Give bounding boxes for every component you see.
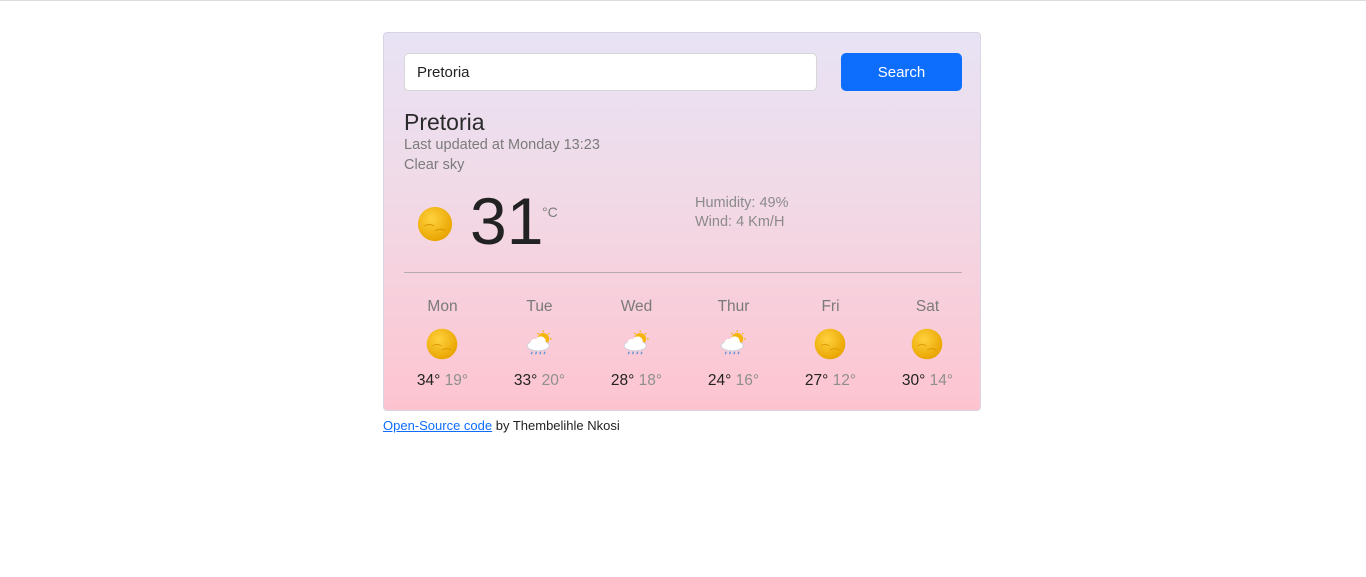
forecast-temperatures: 33° 20° <box>491 372 588 390</box>
sun-icon <box>417 206 453 242</box>
forecast-day-name: Mon <box>427 298 458 315</box>
forecast-day-name: Wed <box>620 298 653 315</box>
forecast-max-temp: 28° <box>610 372 635 389</box>
forecast-min-temp: 16° <box>735 372 760 389</box>
forecast-min-temp: 18° <box>638 372 663 389</box>
weather-description: Clear sky <box>404 157 465 173</box>
forecast-temperatures: 24° 16° <box>685 372 782 390</box>
forecast-day-name: Tue <box>526 298 553 315</box>
forecast-temperatures: 27° 12° <box>782 372 879 390</box>
forecast-min-temp: 19° <box>444 372 469 389</box>
rain-cloud-sun-icon <box>720 330 746 355</box>
forecast-min-temp: 12° <box>832 372 857 389</box>
weather-card: Search Pretoria Last updated at Monday 1… <box>383 32 981 411</box>
humidity-value: Humidity: 49% <box>695 195 789 211</box>
forecast-temperatures: 28° 18° <box>588 372 685 390</box>
sun-icon <box>426 328 458 360</box>
forecast-divider <box>404 272 962 273</box>
forecast-day-wed: Wed 28° 18° <box>588 295 685 395</box>
rain-cloud-sun-icon <box>623 330 649 355</box>
forecast-temperatures: 34° 19° <box>394 372 491 390</box>
forecast-day-name: Fri <box>821 298 840 315</box>
forecast-day-name: Sat <box>915 298 940 315</box>
current-temperature: 31 <box>470 184 544 258</box>
forecast-temperatures: 30° 14° <box>879 372 976 390</box>
sun-icon <box>911 328 943 360</box>
search-input[interactable] <box>404 53 817 91</box>
forecast-day-fri: Fri 27° 12° <box>782 295 879 395</box>
open-source-link[interactable]: Open-Source code <box>383 418 492 433</box>
footer: Open-Source code by Thembelihle Nkosi <box>383 418 620 433</box>
temperature-unit[interactable]: °C <box>542 204 558 220</box>
forecast-day-name: Thur <box>717 298 750 315</box>
search-button[interactable]: Search <box>841 53 962 91</box>
rain-cloud-sun-icon <box>526 330 552 355</box>
forecast-day-tue: Tue 33° 20° <box>491 295 588 395</box>
footer-author: by Thembelihle Nkosi <box>492 418 620 433</box>
forecast-max-temp: 27° <box>804 372 829 389</box>
forecast-row: Mon 34° 19° Tue 33° 20° Wed 28° 18° Thur… <box>394 295 976 405</box>
city-name: Pretoria <box>404 109 485 135</box>
forecast-max-temp: 24° <box>707 372 732 389</box>
forecast-day-sat: Sat 30° 14° <box>879 295 976 395</box>
forecast-day-mon: Mon 34° 19° <box>394 295 491 395</box>
forecast-max-temp: 30° <box>901 372 926 389</box>
last-updated: Last updated at Monday 13:23 <box>404 137 600 153</box>
wind-value: Wind: 4 Km/H <box>695 214 785 230</box>
forecast-max-temp: 34° <box>416 372 441 389</box>
sun-icon <box>814 328 846 360</box>
forecast-min-temp: 14° <box>929 372 954 389</box>
forecast-max-temp: 33° <box>513 372 538 389</box>
top-divider <box>0 0 1366 1</box>
forecast-day-thur: Thur 24° 16° <box>685 295 782 395</box>
forecast-min-temp: 20° <box>541 372 566 389</box>
